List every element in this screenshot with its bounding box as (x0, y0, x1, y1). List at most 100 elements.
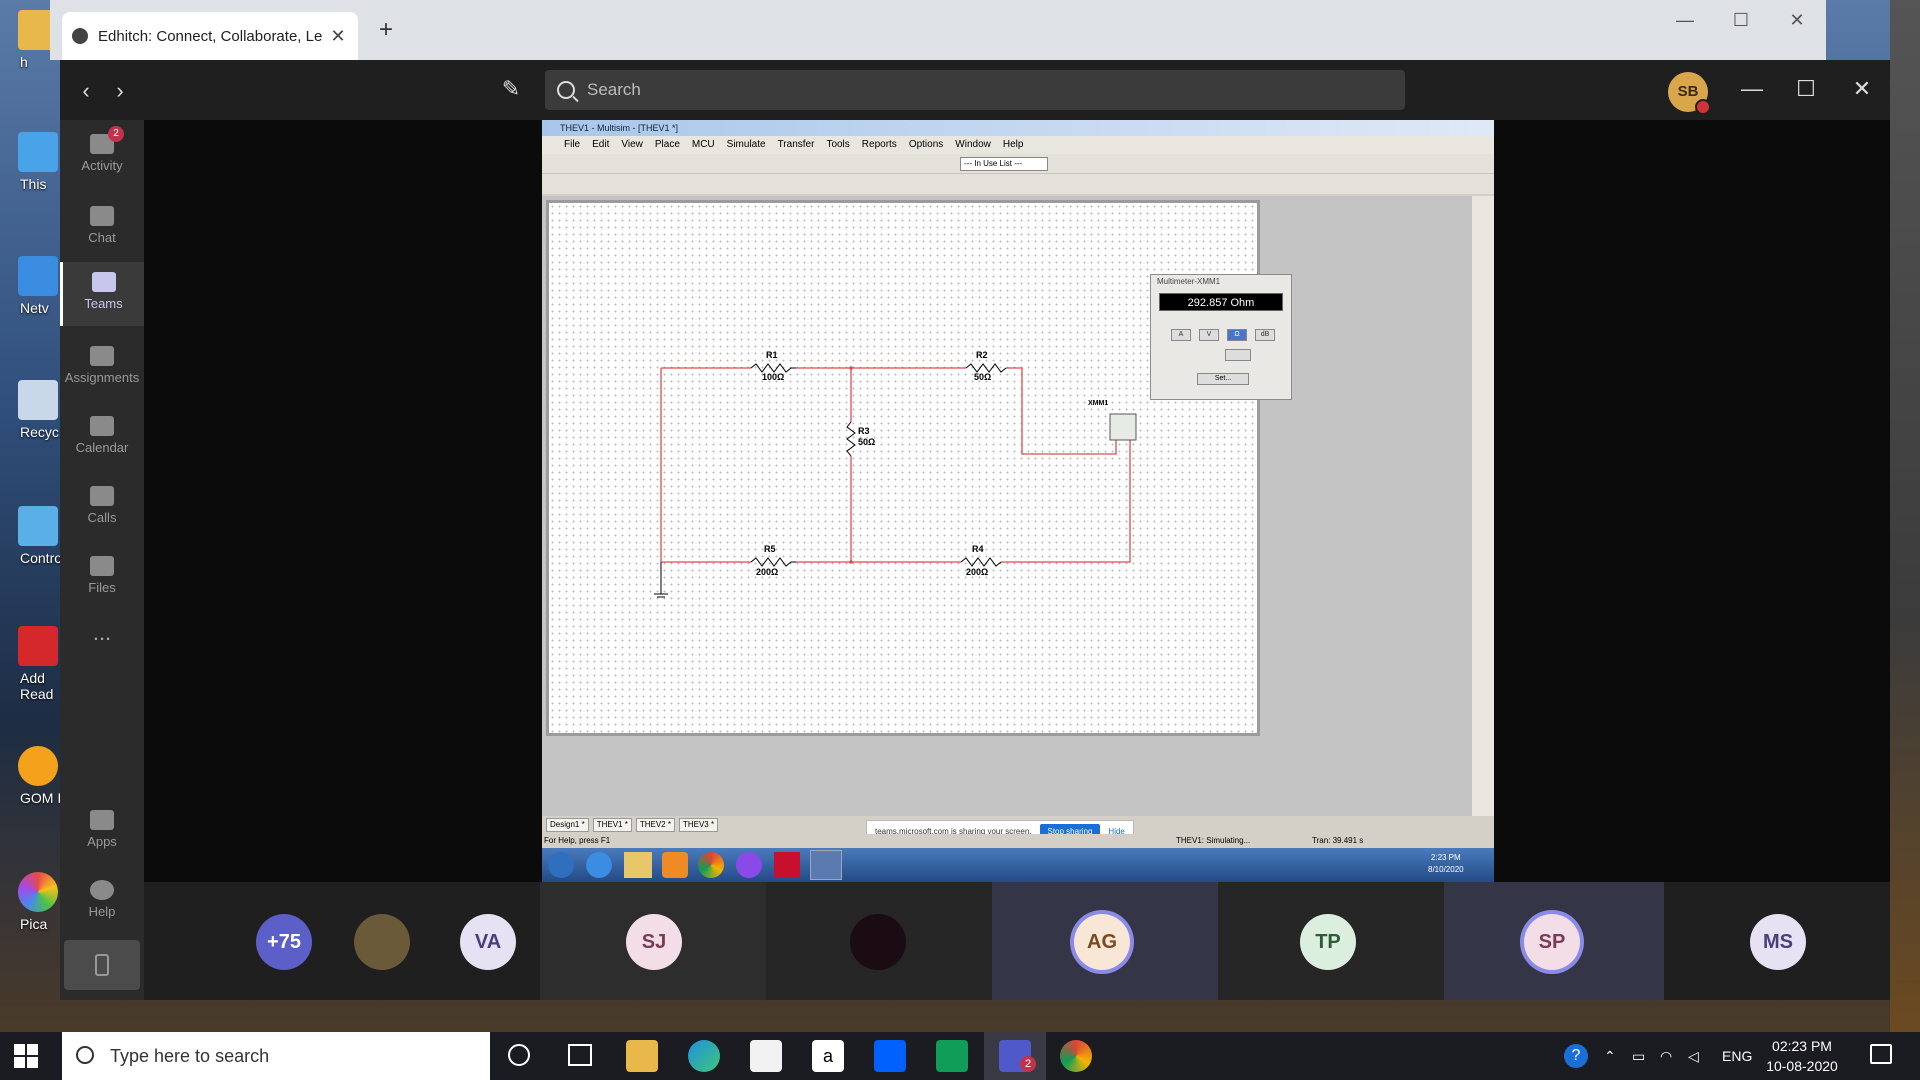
participant-avatar[interactable]: SJ (626, 914, 682, 970)
wifi-icon[interactable]: ◠ (1660, 1048, 1672, 1065)
dc-mode-button[interactable] (1225, 349, 1251, 361)
chrome-icon[interactable] (1060, 1040, 1092, 1072)
search-icon (76, 1046, 94, 1064)
remote-acrobat-icon[interactable] (774, 852, 800, 878)
app-s-icon[interactable] (936, 1040, 968, 1072)
participant-avatar[interactable]: AG (1074, 914, 1130, 970)
rail-item-calls[interactable]: Calls (60, 476, 144, 540)
search-input[interactable]: Search (545, 70, 1405, 110)
menu-item[interactable]: Place (655, 136, 680, 154)
assignments-icon (90, 346, 114, 366)
in-use-list-select[interactable]: --- In Use List --- (960, 157, 1048, 171)
desktop-icon-this-pc[interactable]: This (0, 132, 60, 192)
rail-item-calendar[interactable]: Calendar (60, 406, 144, 470)
sheet-tab[interactable]: Design1 * (546, 818, 589, 832)
teams-maximize-button[interactable]: ☐ (1794, 76, 1818, 102)
more-icon: ... (92, 620, 112, 645)
multimeter-set-button[interactable]: Set... (1197, 373, 1249, 385)
multisim-toolbar-2[interactable] (542, 174, 1494, 194)
dropbox-icon[interactable] (874, 1040, 906, 1072)
help-icon[interactable]: ? (1564, 1044, 1588, 1068)
browser-close-button[interactable]: ✕ (1768, 0, 1826, 40)
notifications-icon[interactable] (1870, 1044, 1892, 1064)
rail-item-activity[interactable]: Activity (60, 124, 144, 188)
compose-icon[interactable]: ✎ (498, 76, 524, 102)
rail-item-help[interactable]: Help (60, 870, 144, 934)
volume-icon[interactable]: ◁ (1688, 1048, 1699, 1065)
remote-app-icon[interactable] (736, 852, 762, 878)
menu-item[interactable]: Reports (862, 136, 897, 154)
participant-avatar[interactable]: TP (1300, 914, 1356, 970)
teams-taskbar-button[interactable]: 2 (984, 1032, 1046, 1080)
menu-item[interactable]: Edit (592, 136, 609, 154)
rail-item-apps[interactable]: Apps (60, 800, 144, 864)
language-indicator[interactable]: ENG (1722, 1048, 1752, 1064)
desktop-icon-gom-player[interactable]: GOM I (0, 746, 61, 806)
participant-avatar[interactable] (354, 914, 410, 970)
rail-item-files[interactable]: Files (60, 546, 144, 610)
remote-clock: 2:23 PM 8/10/2020 (1428, 852, 1464, 876)
edge-icon[interactable] (688, 1040, 720, 1072)
remote-multisim-icon[interactable] (810, 850, 842, 880)
menu-item[interactable]: Options (909, 136, 943, 154)
participant-avatar[interactable]: VA (460, 914, 516, 970)
taskbar-clock[interactable]: 02:23 PM 10-08-2020 (1752, 1036, 1852, 1076)
ohmmeter-button[interactable]: Ω (1227, 329, 1247, 341)
menu-item[interactable]: Tools (826, 136, 849, 154)
menu-item[interactable]: Simulate (727, 136, 766, 154)
forward-arrow-icon[interactable]: › (110, 78, 130, 104)
menu-item[interactable]: Window (955, 136, 991, 154)
tab-close-icon[interactable]: ✕ (328, 26, 348, 47)
teams-close-button[interactable]: ✕ (1850, 76, 1874, 102)
remote-ie-icon[interactable] (586, 852, 612, 878)
rail-item-assignments[interactable]: Assignments (60, 336, 144, 400)
mail-icon[interactable] (750, 1040, 782, 1072)
device-button[interactable] (64, 940, 140, 990)
instrument-toolbar[interactable] (1472, 196, 1494, 816)
remote-start-icon[interactable] (548, 852, 574, 878)
file-explorer-icon[interactable] (626, 1040, 658, 1072)
apps-icon (90, 810, 114, 830)
remote-media-icon[interactable] (662, 852, 688, 878)
back-arrow-icon[interactable]: ‹ (76, 78, 96, 104)
participant-avatar[interactable]: SP (1524, 914, 1580, 970)
participant-avatar[interactable]: MS (1750, 914, 1806, 970)
menu-item[interactable]: View (621, 136, 643, 154)
desktop-icon-network[interactable]: Netv (0, 256, 60, 316)
desktop-icon-picasa[interactable]: Pica (0, 872, 60, 932)
menu-item[interactable]: MCU (692, 136, 715, 154)
menu-item[interactable]: Transfer (778, 136, 815, 154)
menu-item[interactable]: Help (1003, 136, 1024, 154)
multimeter-panel[interactable]: Multimeter-XMM1 292.857 Ohm A V Ω dB Set… (1150, 274, 1292, 400)
browser-minimize-button[interactable]: — (1656, 0, 1714, 40)
menu-item[interactable]: File (564, 136, 580, 154)
tray-chevron-icon[interactable]: ⌃ (1604, 1048, 1616, 1065)
browser-maximize-button[interactable]: ☐ (1712, 0, 1770, 40)
sheet-tab[interactable]: THEV2 * (635, 818, 675, 832)
rail-item-teams[interactable]: Teams (60, 262, 144, 326)
amazon-icon[interactable]: a (812, 1040, 844, 1072)
task-view-icon[interactable] (568, 1044, 592, 1066)
user-avatar[interactable]: SB (1668, 72, 1711, 115)
battery-icon[interactable]: ▭ (1632, 1048, 1645, 1065)
teams-minimize-button[interactable]: — (1740, 76, 1764, 102)
ammeter-button[interactable]: A (1171, 329, 1191, 341)
sheet-tab[interactable]: THEV1 * (592, 818, 632, 832)
rail-item-chat[interactable]: Chat (60, 196, 144, 260)
taskbar-search-input[interactable]: Type here to search (62, 1032, 490, 1080)
cortana-icon[interactable] (508, 1044, 530, 1066)
start-button[interactable] (14, 1044, 38, 1068)
desktop-icon-recycle-bin[interactable]: Recyc (0, 380, 60, 440)
browser-tab[interactable]: Edhitch: Connect, Collaborate, Le ✕ (62, 12, 358, 60)
participant-avatar[interactable]: +75 (256, 914, 312, 970)
sheet-tab[interactable]: THEV3 * (678, 818, 719, 832)
desktop-icon-adobe-reader[interactable]: Add Read (0, 626, 60, 702)
voltmeter-button[interactable]: V (1199, 329, 1219, 341)
new-tab-button[interactable]: + (372, 16, 400, 44)
decibel-button[interactable]: dB (1255, 329, 1275, 341)
rail-item-more[interactable]: ... (60, 620, 144, 684)
desktop-icon-control-panel[interactable]: Contro (0, 506, 62, 566)
remote-explorer-icon[interactable] (624, 852, 652, 878)
remote-chrome-icon[interactable] (698, 852, 724, 878)
participant-avatar[interactable] (850, 914, 906, 970)
